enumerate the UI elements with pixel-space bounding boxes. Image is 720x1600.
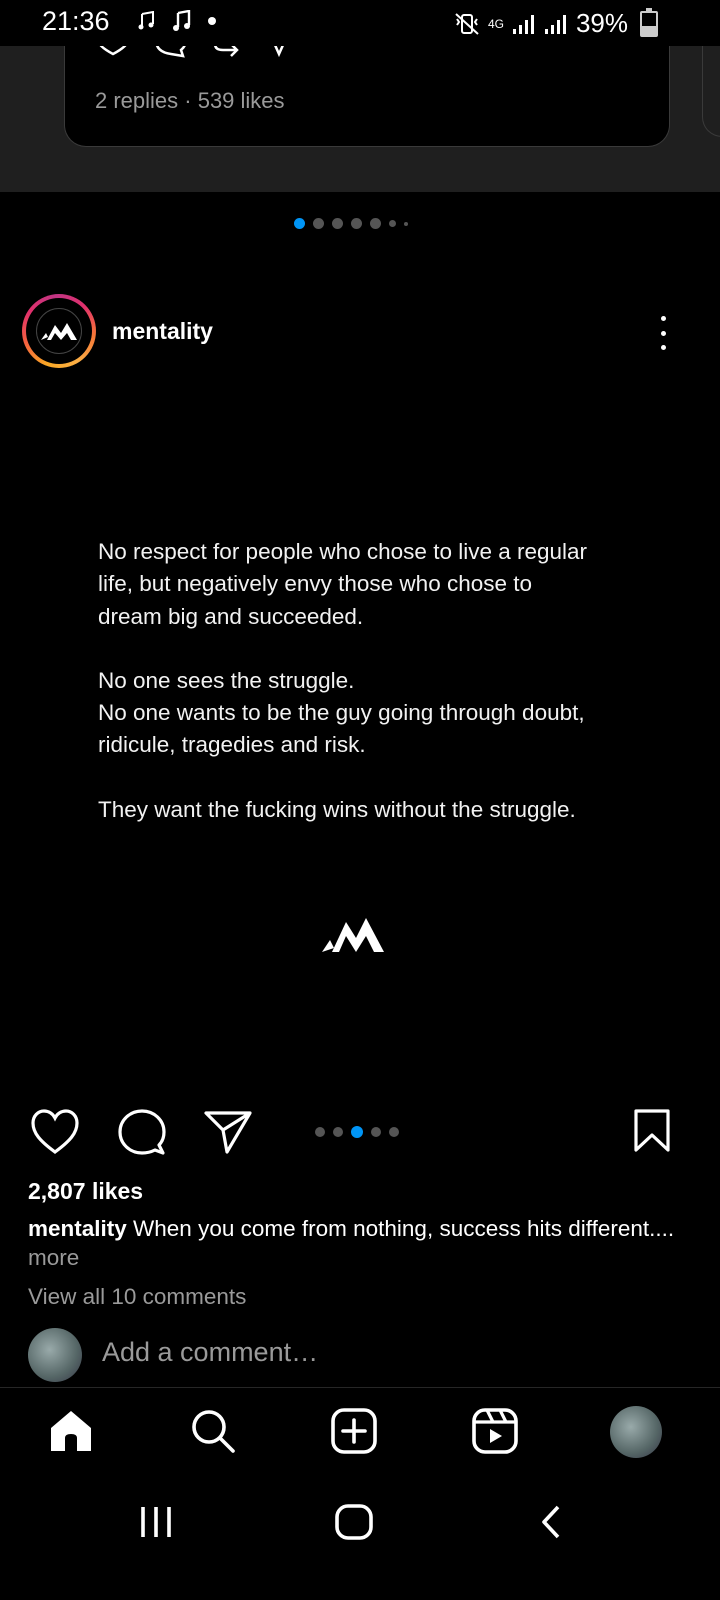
carousel-dot	[371, 1127, 381, 1137]
story-avatar[interactable]	[22, 294, 96, 368]
recent-apps-icon[interactable]	[136, 1500, 176, 1544]
profile-avatar[interactable]	[610, 1406, 662, 1458]
post-image-text: No respect for people who chose to live …	[98, 536, 658, 858]
status-time: 21:36	[42, 6, 110, 36]
carousel-dot	[332, 218, 343, 229]
post-paragraph: They want the fucking wins without the s…	[98, 796, 576, 822]
search-icon[interactable]	[188, 1406, 238, 1456]
comment-icon[interactable]	[117, 1108, 167, 1156]
carousel-indicator	[315, 1126, 399, 1138]
more-options-icon[interactable]	[656, 316, 670, 350]
carousel-dot	[294, 218, 305, 229]
carousel-dot	[351, 1126, 363, 1138]
back-icon[interactable]	[536, 1500, 566, 1544]
carousel-dot	[389, 220, 396, 227]
carousel-dot	[370, 218, 381, 229]
avatar	[28, 1328, 82, 1382]
notification-dot-icon	[208, 17, 216, 25]
home-icon[interactable]	[46, 1406, 96, 1456]
like-heart-icon[interactable]	[30, 1108, 80, 1156]
vibrate-mute-icon	[455, 12, 479, 35]
carousel-dot	[351, 218, 362, 229]
home-button-icon[interactable]	[332, 1500, 376, 1544]
music-note-icon	[173, 10, 191, 31]
add-comment-input[interactable]: Add a comment…	[102, 1337, 318, 1368]
previous-post-card[interactable]: 2 replies · 539 likes	[64, 36, 670, 147]
carousel-dot	[389, 1127, 399, 1137]
caption-username[interactable]: mentality	[28, 1216, 127, 1241]
signal-icon	[512, 14, 534, 34]
carousel-dot	[313, 218, 324, 229]
previous-post-meta: 2 replies · 539 likes	[95, 88, 285, 113]
caption-text: When you come from nothing, success hits…	[133, 1216, 675, 1241]
network-label: 4G	[487, 16, 504, 31]
status-bar: 21:36 4G 39%	[0, 0, 720, 46]
status-right: 4G 39%	[454, 7, 658, 39]
music-note-icon	[138, 11, 154, 30]
battery-percent: 39%	[575, 8, 628, 38]
mentality-logo-icon	[322, 918, 384, 952]
post-username[interactable]: mentality	[112, 318, 213, 345]
carousel-dot	[333, 1127, 343, 1137]
status-left-icons	[138, 10, 216, 32]
view-comments-link[interactable]: View all 10 comments	[28, 1284, 246, 1310]
post-caption[interactable]: mentality When you come from nothing, su…	[28, 1213, 698, 1245]
signal-icon	[544, 14, 566, 34]
divider	[0, 1387, 720, 1388]
post-paragraph: No respect for people who chose to live …	[98, 539, 588, 629]
carousel-indicator-top	[294, 218, 408, 229]
share-paper-plane-icon[interactable]	[203, 1108, 253, 1156]
likes-count[interactable]: 2,807 likes	[28, 1178, 143, 1205]
bookmark-icon[interactable]	[632, 1108, 672, 1154]
post-paragraph: No one sees the struggle. No one wants t…	[98, 667, 585, 758]
mentality-logo-icon	[36, 308, 82, 354]
carousel-dot	[404, 221, 408, 226]
next-card-edge	[702, 46, 720, 137]
caption-more-link[interactable]: more	[28, 1245, 79, 1271]
reels-icon[interactable]	[470, 1406, 520, 1456]
battery-icon	[640, 7, 658, 37]
previous-post-area: 2 replies · 539 likes	[0, 36, 720, 192]
carousel-dot	[315, 1127, 325, 1137]
create-post-icon[interactable]	[329, 1406, 379, 1456]
